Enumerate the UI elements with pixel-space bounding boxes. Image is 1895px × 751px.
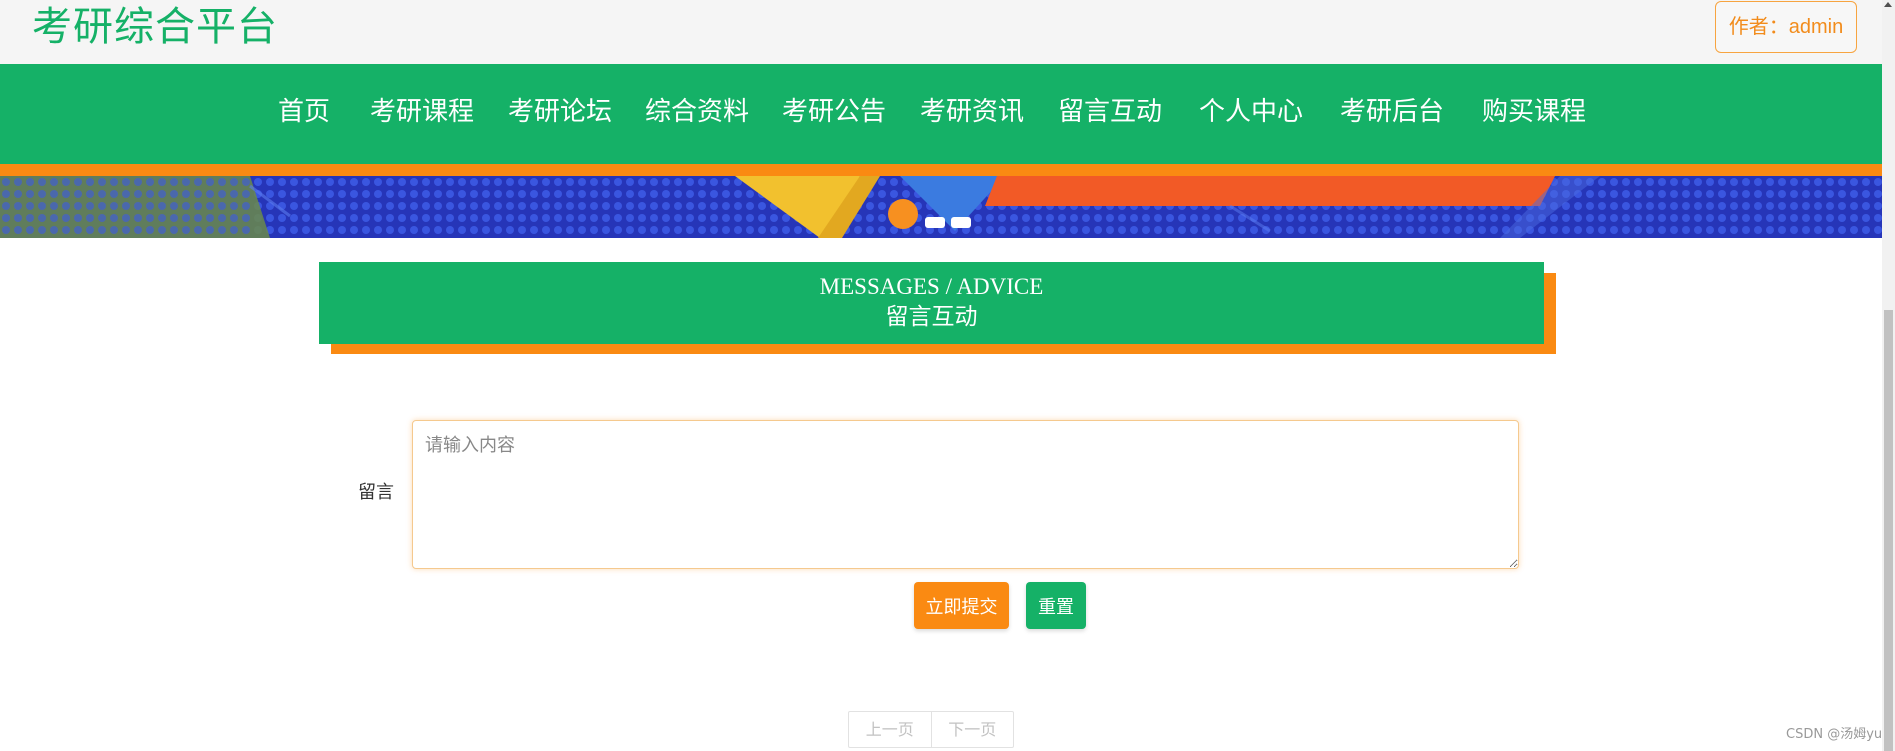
- message-label: 留言: [358, 482, 394, 503]
- nav-accent-stripe: [0, 164, 1882, 176]
- submit-button[interactable]: 立即提交: [914, 582, 1009, 629]
- section-title: MESSAGES / ADVICE 留言互动: [319, 262, 1544, 344]
- watermark: CSDN @汤姆yu: [1786, 727, 1883, 742]
- nav-item-profile[interactable]: 个人中心: [1199, 94, 1303, 130]
- nav-item-courses[interactable]: 考研课程: [370, 94, 474, 130]
- vertical-scrollbar[interactable]: [1882, 0, 1895, 751]
- banner-image: [0, 176, 1882, 238]
- section-title-en: MESSAGES / ADVICE: [819, 274, 1044, 299]
- scroll-up-arrow-icon[interactable]: [1884, 2, 1892, 7]
- nav-item-messages[interactable]: 留言互动: [1058, 94, 1162, 130]
- message-input[interactable]: [412, 420, 1519, 569]
- nav-item-buy-course[interactable]: 购买课程: [1482, 94, 1586, 130]
- section-title-cn: 留言互动: [885, 304, 978, 330]
- pagination: 上一页 下一页: [848, 711, 1014, 748]
- site-title[interactable]: 考研综合平台: [32, 2, 278, 52]
- prev-page-button[interactable]: 上一页: [849, 712, 931, 747]
- next-page-button[interactable]: 下一页: [930, 712, 1014, 747]
- nav-item-forum[interactable]: 考研论坛: [508, 94, 612, 130]
- nav-item-news[interactable]: 考研资讯: [920, 94, 1024, 130]
- top-header: 考研综合平台 作者：admin: [0, 0, 1882, 64]
- nav-item-admin[interactable]: 考研后台: [1340, 94, 1444, 130]
- author-badge[interactable]: 作者：admin: [1715, 1, 1857, 53]
- nav-item-home[interactable]: 首页: [278, 94, 330, 130]
- scrollbar-thumb[interactable]: [1884, 310, 1893, 751]
- reset-button[interactable]: 重置: [1026, 582, 1086, 629]
- main-nav: 首页 考研课程 考研论坛 综合资料 考研公告 考研资讯 留言互动 个人中心 考研…: [0, 64, 1882, 165]
- nav-item-materials[interactable]: 综合资料: [645, 94, 749, 130]
- nav-item-announcements[interactable]: 考研公告: [782, 94, 886, 130]
